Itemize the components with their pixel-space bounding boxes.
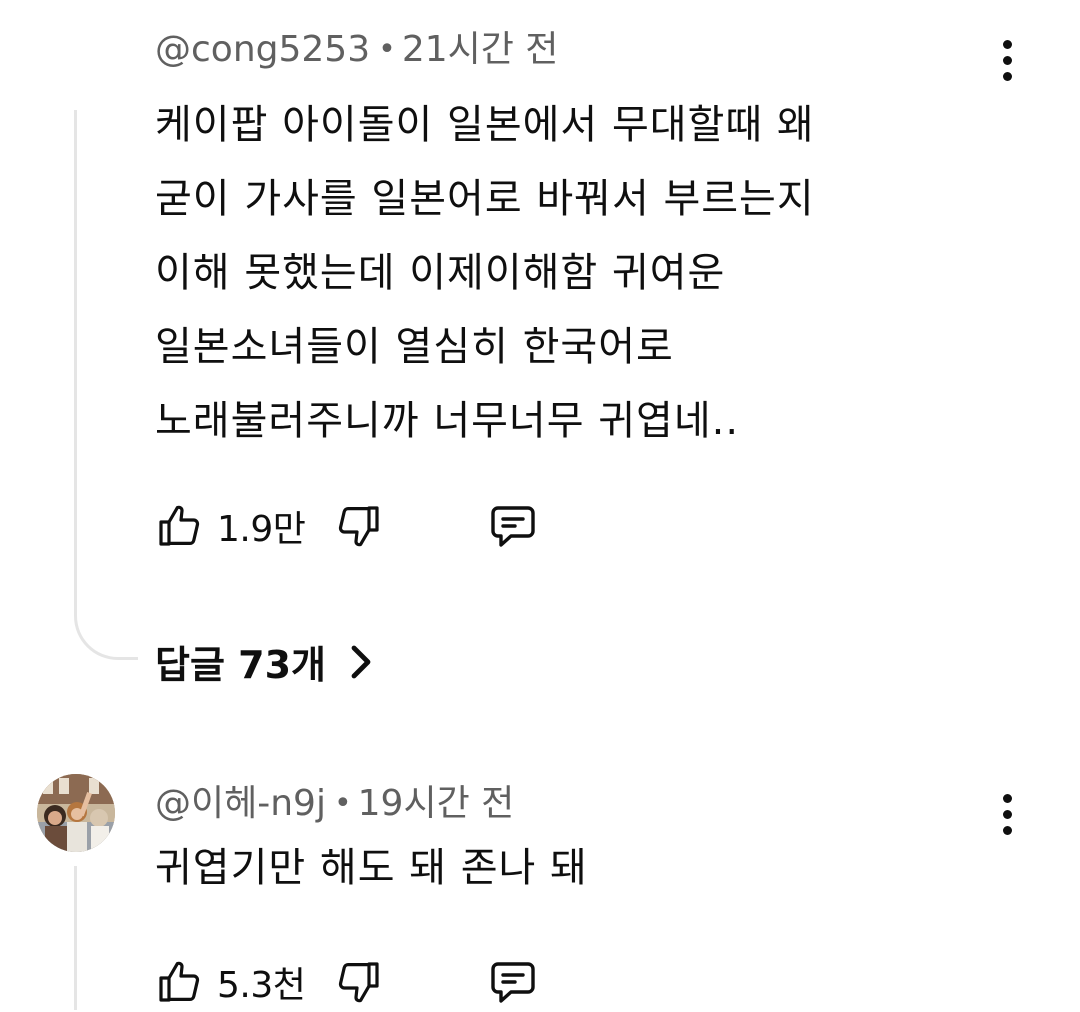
comment: @cong5253 • 21시간 전 케이팝 아이돌이 일본에서 무대할때 왜 굳이…: [155, 26, 1080, 556]
thread-line: [74, 110, 77, 610]
comment-meta: @cong5253 • 21시간 전: [155, 26, 1080, 74]
like-button[interactable]: [155, 958, 203, 1006]
comment-author[interactable]: @이헤-n9j: [155, 783, 326, 824]
reply-button[interactable]: [487, 958, 539, 1006]
meta-separator: •: [333, 786, 352, 821]
thumbs-down-icon: [339, 506, 379, 547]
comment-author[interactable]: @cong5253: [155, 29, 370, 70]
reply-button[interactable]: [487, 502, 539, 550]
comment: @이헤-n9j • 19시간 전 귀엽기만 해도 돼 존나 돼 5.3천: [155, 780, 1080, 1012]
like-count: 1.9만: [217, 509, 306, 550]
avatar[interactable]: [37, 774, 115, 852]
chevron-right-icon: [348, 644, 374, 680]
comment-meta: @이헤-n9j • 19시간 전: [155, 780, 1080, 828]
view-replies-button[interactable]: 답글 73개: [155, 634, 374, 689]
comment-text-line: 굳이 가사를 일본어로 바꿔서 부르는지: [155, 176, 815, 222]
comment-bubble-icon: [491, 962, 536, 1003]
comment-text-line: 일본소녀들이 열심히 한국어로: [155, 324, 674, 370]
thread-connector: [74, 585, 138, 660]
more-vert-icon: [1002, 809, 1012, 819]
thumbs-up-icon: [159, 961, 200, 1002]
thumbs-down-icon: [339, 962, 379, 1003]
thread-line: [74, 866, 77, 1010]
comment-actions: 1.9만: [155, 496, 1080, 556]
dislike-button[interactable]: [335, 958, 383, 1006]
comment-text-line: 이해 못했는데 이제이해함 귀여운: [155, 250, 726, 296]
more-vert-icon: [1002, 55, 1012, 65]
like-button[interactable]: [155, 502, 203, 550]
comment-bubble-icon: [491, 506, 536, 547]
more-vert-icon: [1002, 793, 1012, 803]
comment-actions: 5.3천: [155, 952, 1080, 1012]
more-options-button[interactable]: [992, 784, 1022, 844]
comment-text: 귀엽기만 해도 돼 존나 돼: [155, 838, 1080, 898]
comment-text-line: 귀엽기만 해도 돼 존나 돼: [155, 845, 588, 891]
more-vert-icon: [1002, 39, 1012, 49]
more-vert-icon: [1002, 71, 1012, 81]
thumbs-up-icon: [159, 505, 200, 546]
more-vert-icon: [1002, 825, 1012, 835]
comment-text-line: 케이팝 아이돌이 일본에서 무대할때 왜: [155, 102, 815, 148]
like-count: 5.3천: [217, 965, 306, 1006]
comment-time: 19시간 전: [357, 783, 515, 824]
comment-text-line: 노래불러주니까 너무너무 귀엽네..: [155, 398, 740, 444]
dislike-button[interactable]: [335, 502, 383, 550]
comment-text: 케이팝 아이돌이 일본에서 무대할때 왜 굳이 가사를 일본어로 바꿔서 부르는…: [155, 88, 1080, 458]
comment-time: 21시간 전: [401, 29, 559, 70]
more-options-button[interactable]: [992, 30, 1022, 90]
replies-label: 답글 73개: [155, 643, 326, 687]
meta-separator: •: [378, 32, 396, 67]
